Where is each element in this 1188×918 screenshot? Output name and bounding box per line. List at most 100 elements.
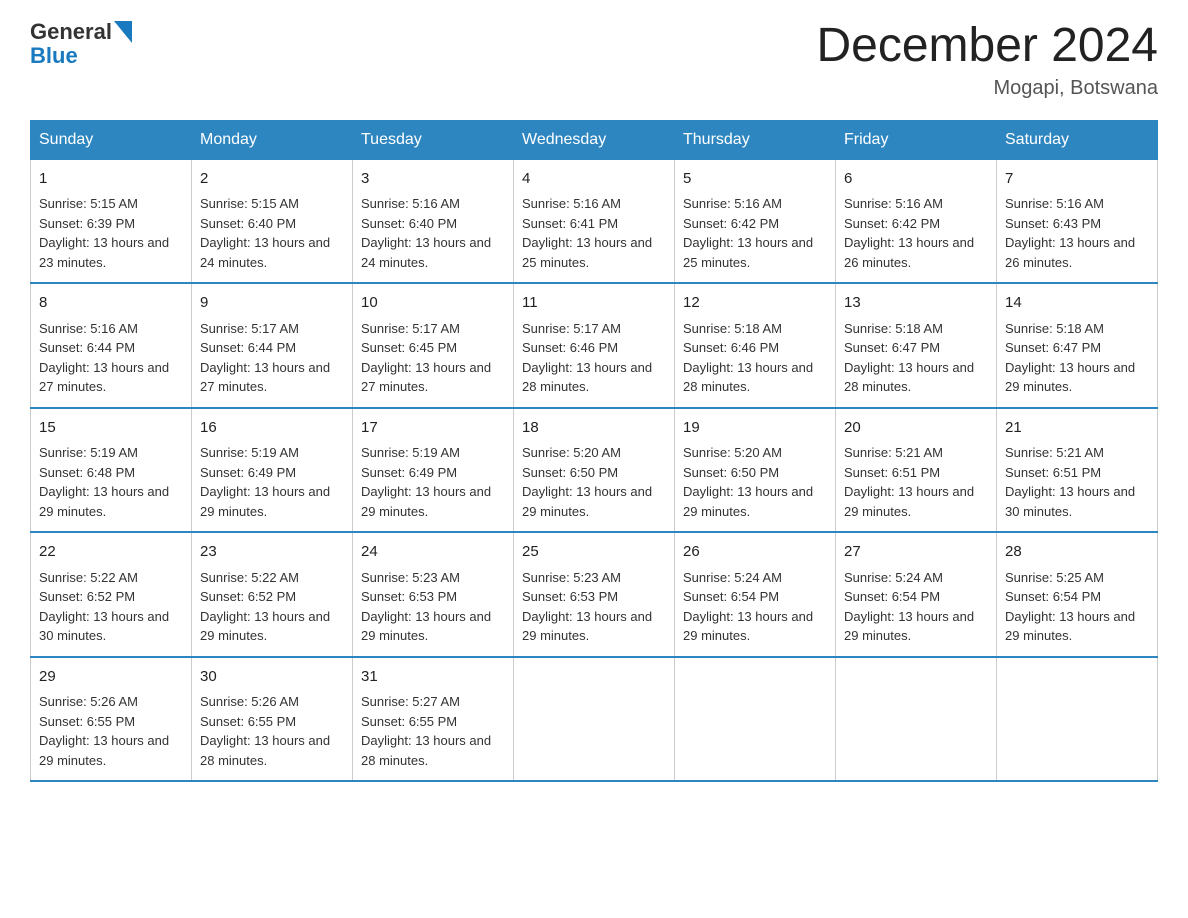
calendar-cell <box>514 657 675 782</box>
calendar-cell: 2 Sunrise: 5:15 AMSunset: 6:40 PMDayligh… <box>192 159 353 283</box>
page-header: General Blue December 2024 Mogapi, Botsw… <box>30 20 1158 100</box>
day-info: Sunrise: 5:24 AMSunset: 6:54 PMDaylight:… <box>844 568 988 646</box>
day-number: 5 <box>683 168 827 191</box>
calendar-cell: 18 Sunrise: 5:20 AMSunset: 6:50 PMDaylig… <box>514 408 675 533</box>
calendar-week-row-5: 29 Sunrise: 5:26 AMSunset: 6:55 PMDaylig… <box>31 657 1158 782</box>
calendar-week-row-3: 15 Sunrise: 5:19 AMSunset: 6:48 PMDaylig… <box>31 408 1158 533</box>
day-number: 11 <box>522 292 666 315</box>
calendar-week-row-1: 1 Sunrise: 5:15 AMSunset: 6:39 PMDayligh… <box>31 159 1158 283</box>
calendar-cell: 12 Sunrise: 5:18 AMSunset: 6:46 PMDaylig… <box>675 283 836 408</box>
day-number: 6 <box>844 168 988 191</box>
month-title: December 2024 <box>816 20 1158 73</box>
title-area: December 2024 Mogapi, Botswana <box>816 20 1158 100</box>
calendar-cell: 6 Sunrise: 5:16 AMSunset: 6:42 PMDayligh… <box>836 159 997 283</box>
day-info: Sunrise: 5:16 AMSunset: 6:43 PMDaylight:… <box>1005 194 1149 272</box>
logo-triangle-icon <box>114 21 132 43</box>
day-number: 26 <box>683 541 827 564</box>
calendar-cell: 3 Sunrise: 5:16 AMSunset: 6:40 PMDayligh… <box>353 159 514 283</box>
logo-general-text: General <box>30 20 112 44</box>
calendar-cell: 9 Sunrise: 5:17 AMSunset: 6:44 PMDayligh… <box>192 283 353 408</box>
day-info: Sunrise: 5:18 AMSunset: 6:47 PMDaylight:… <box>1005 319 1149 397</box>
calendar-cell: 19 Sunrise: 5:20 AMSunset: 6:50 PMDaylig… <box>675 408 836 533</box>
day-info: Sunrise: 5:16 AMSunset: 6:40 PMDaylight:… <box>361 194 505 272</box>
day-info: Sunrise: 5:27 AMSunset: 6:55 PMDaylight:… <box>361 692 505 770</box>
day-number: 8 <box>39 292 183 315</box>
day-info: Sunrise: 5:18 AMSunset: 6:46 PMDaylight:… <box>683 319 827 397</box>
day-number: 24 <box>361 541 505 564</box>
header-sunday: Sunday <box>31 120 192 159</box>
day-number: 16 <box>200 417 344 440</box>
calendar-cell: 13 Sunrise: 5:18 AMSunset: 6:47 PMDaylig… <box>836 283 997 408</box>
day-info: Sunrise: 5:22 AMSunset: 6:52 PMDaylight:… <box>39 568 183 646</box>
calendar-week-row-2: 8 Sunrise: 5:16 AMSunset: 6:44 PMDayligh… <box>31 283 1158 408</box>
day-info: Sunrise: 5:20 AMSunset: 6:50 PMDaylight:… <box>522 443 666 521</box>
day-info: Sunrise: 5:15 AMSunset: 6:40 PMDaylight:… <box>200 194 344 272</box>
day-info: Sunrise: 5:16 AMSunset: 6:41 PMDaylight:… <box>522 194 666 272</box>
header-saturday: Saturday <box>997 120 1158 159</box>
logo-blue-text: Blue <box>30 44 132 68</box>
day-number: 23 <box>200 541 344 564</box>
day-info: Sunrise: 5:17 AMSunset: 6:44 PMDaylight:… <box>200 319 344 397</box>
calendar-cell: 8 Sunrise: 5:16 AMSunset: 6:44 PMDayligh… <box>31 283 192 408</box>
day-number: 9 <box>200 292 344 315</box>
day-number: 20 <box>844 417 988 440</box>
day-info: Sunrise: 5:21 AMSunset: 6:51 PMDaylight:… <box>1005 443 1149 521</box>
day-info: Sunrise: 5:20 AMSunset: 6:50 PMDaylight:… <box>683 443 827 521</box>
calendar-cell: 26 Sunrise: 5:24 AMSunset: 6:54 PMDaylig… <box>675 532 836 657</box>
day-info: Sunrise: 5:25 AMSunset: 6:54 PMDaylight:… <box>1005 568 1149 646</box>
day-number: 10 <box>361 292 505 315</box>
calendar-cell: 1 Sunrise: 5:15 AMSunset: 6:39 PMDayligh… <box>31 159 192 283</box>
calendar-cell: 30 Sunrise: 5:26 AMSunset: 6:55 PMDaylig… <box>192 657 353 782</box>
day-number: 30 <box>200 666 344 689</box>
day-number: 7 <box>1005 168 1149 191</box>
calendar-cell <box>675 657 836 782</box>
day-number: 3 <box>361 168 505 191</box>
header-wednesday: Wednesday <box>514 120 675 159</box>
day-number: 21 <box>1005 417 1149 440</box>
day-info: Sunrise: 5:17 AMSunset: 6:45 PMDaylight:… <box>361 319 505 397</box>
day-number: 12 <box>683 292 827 315</box>
calendar-cell: 21 Sunrise: 5:21 AMSunset: 6:51 PMDaylig… <box>997 408 1158 533</box>
calendar-cell: 5 Sunrise: 5:16 AMSunset: 6:42 PMDayligh… <box>675 159 836 283</box>
calendar-cell: 27 Sunrise: 5:24 AMSunset: 6:54 PMDaylig… <box>836 532 997 657</box>
day-info: Sunrise: 5:16 AMSunset: 6:42 PMDaylight:… <box>844 194 988 272</box>
day-info: Sunrise: 5:22 AMSunset: 6:52 PMDaylight:… <box>200 568 344 646</box>
day-number: 17 <box>361 417 505 440</box>
calendar-cell: 15 Sunrise: 5:19 AMSunset: 6:48 PMDaylig… <box>31 408 192 533</box>
calendar-cell: 22 Sunrise: 5:22 AMSunset: 6:52 PMDaylig… <box>31 532 192 657</box>
calendar-cell: 17 Sunrise: 5:19 AMSunset: 6:49 PMDaylig… <box>353 408 514 533</box>
day-number: 15 <box>39 417 183 440</box>
calendar-header-row: Sunday Monday Tuesday Wednesday Thursday… <box>31 120 1158 159</box>
calendar-cell: 4 Sunrise: 5:16 AMSunset: 6:41 PMDayligh… <box>514 159 675 283</box>
day-info: Sunrise: 5:21 AMSunset: 6:51 PMDaylight:… <box>844 443 988 521</box>
day-info: Sunrise: 5:19 AMSunset: 6:49 PMDaylight:… <box>361 443 505 521</box>
day-number: 28 <box>1005 541 1149 564</box>
day-number: 27 <box>844 541 988 564</box>
day-number: 18 <box>522 417 666 440</box>
day-number: 2 <box>200 168 344 191</box>
day-info: Sunrise: 5:15 AMSunset: 6:39 PMDaylight:… <box>39 194 183 272</box>
location-text: Mogapi, Botswana <box>816 77 1158 100</box>
day-number: 4 <box>522 168 666 191</box>
day-number: 13 <box>844 292 988 315</box>
calendar-week-row-4: 22 Sunrise: 5:22 AMSunset: 6:52 PMDaylig… <box>31 532 1158 657</box>
day-info: Sunrise: 5:19 AMSunset: 6:48 PMDaylight:… <box>39 443 183 521</box>
day-info: Sunrise: 5:16 AMSunset: 6:44 PMDaylight:… <box>39 319 183 397</box>
calendar-cell: 16 Sunrise: 5:19 AMSunset: 6:49 PMDaylig… <box>192 408 353 533</box>
calendar-cell: 31 Sunrise: 5:27 AMSunset: 6:55 PMDaylig… <box>353 657 514 782</box>
day-info: Sunrise: 5:19 AMSunset: 6:49 PMDaylight:… <box>200 443 344 521</box>
day-info: Sunrise: 5:23 AMSunset: 6:53 PMDaylight:… <box>361 568 505 646</box>
calendar-cell: 28 Sunrise: 5:25 AMSunset: 6:54 PMDaylig… <box>997 532 1158 657</box>
calendar-table: Sunday Monday Tuesday Wednesday Thursday… <box>30 120 1158 783</box>
header-friday: Friday <box>836 120 997 159</box>
calendar-cell: 20 Sunrise: 5:21 AMSunset: 6:51 PMDaylig… <box>836 408 997 533</box>
header-thursday: Thursday <box>675 120 836 159</box>
day-number: 29 <box>39 666 183 689</box>
day-info: Sunrise: 5:17 AMSunset: 6:46 PMDaylight:… <box>522 319 666 397</box>
calendar-cell: 23 Sunrise: 5:22 AMSunset: 6:52 PMDaylig… <box>192 532 353 657</box>
calendar-cell: 25 Sunrise: 5:23 AMSunset: 6:53 PMDaylig… <box>514 532 675 657</box>
day-number: 31 <box>361 666 505 689</box>
calendar-cell: 7 Sunrise: 5:16 AMSunset: 6:43 PMDayligh… <box>997 159 1158 283</box>
day-number: 1 <box>39 168 183 191</box>
day-number: 14 <box>1005 292 1149 315</box>
